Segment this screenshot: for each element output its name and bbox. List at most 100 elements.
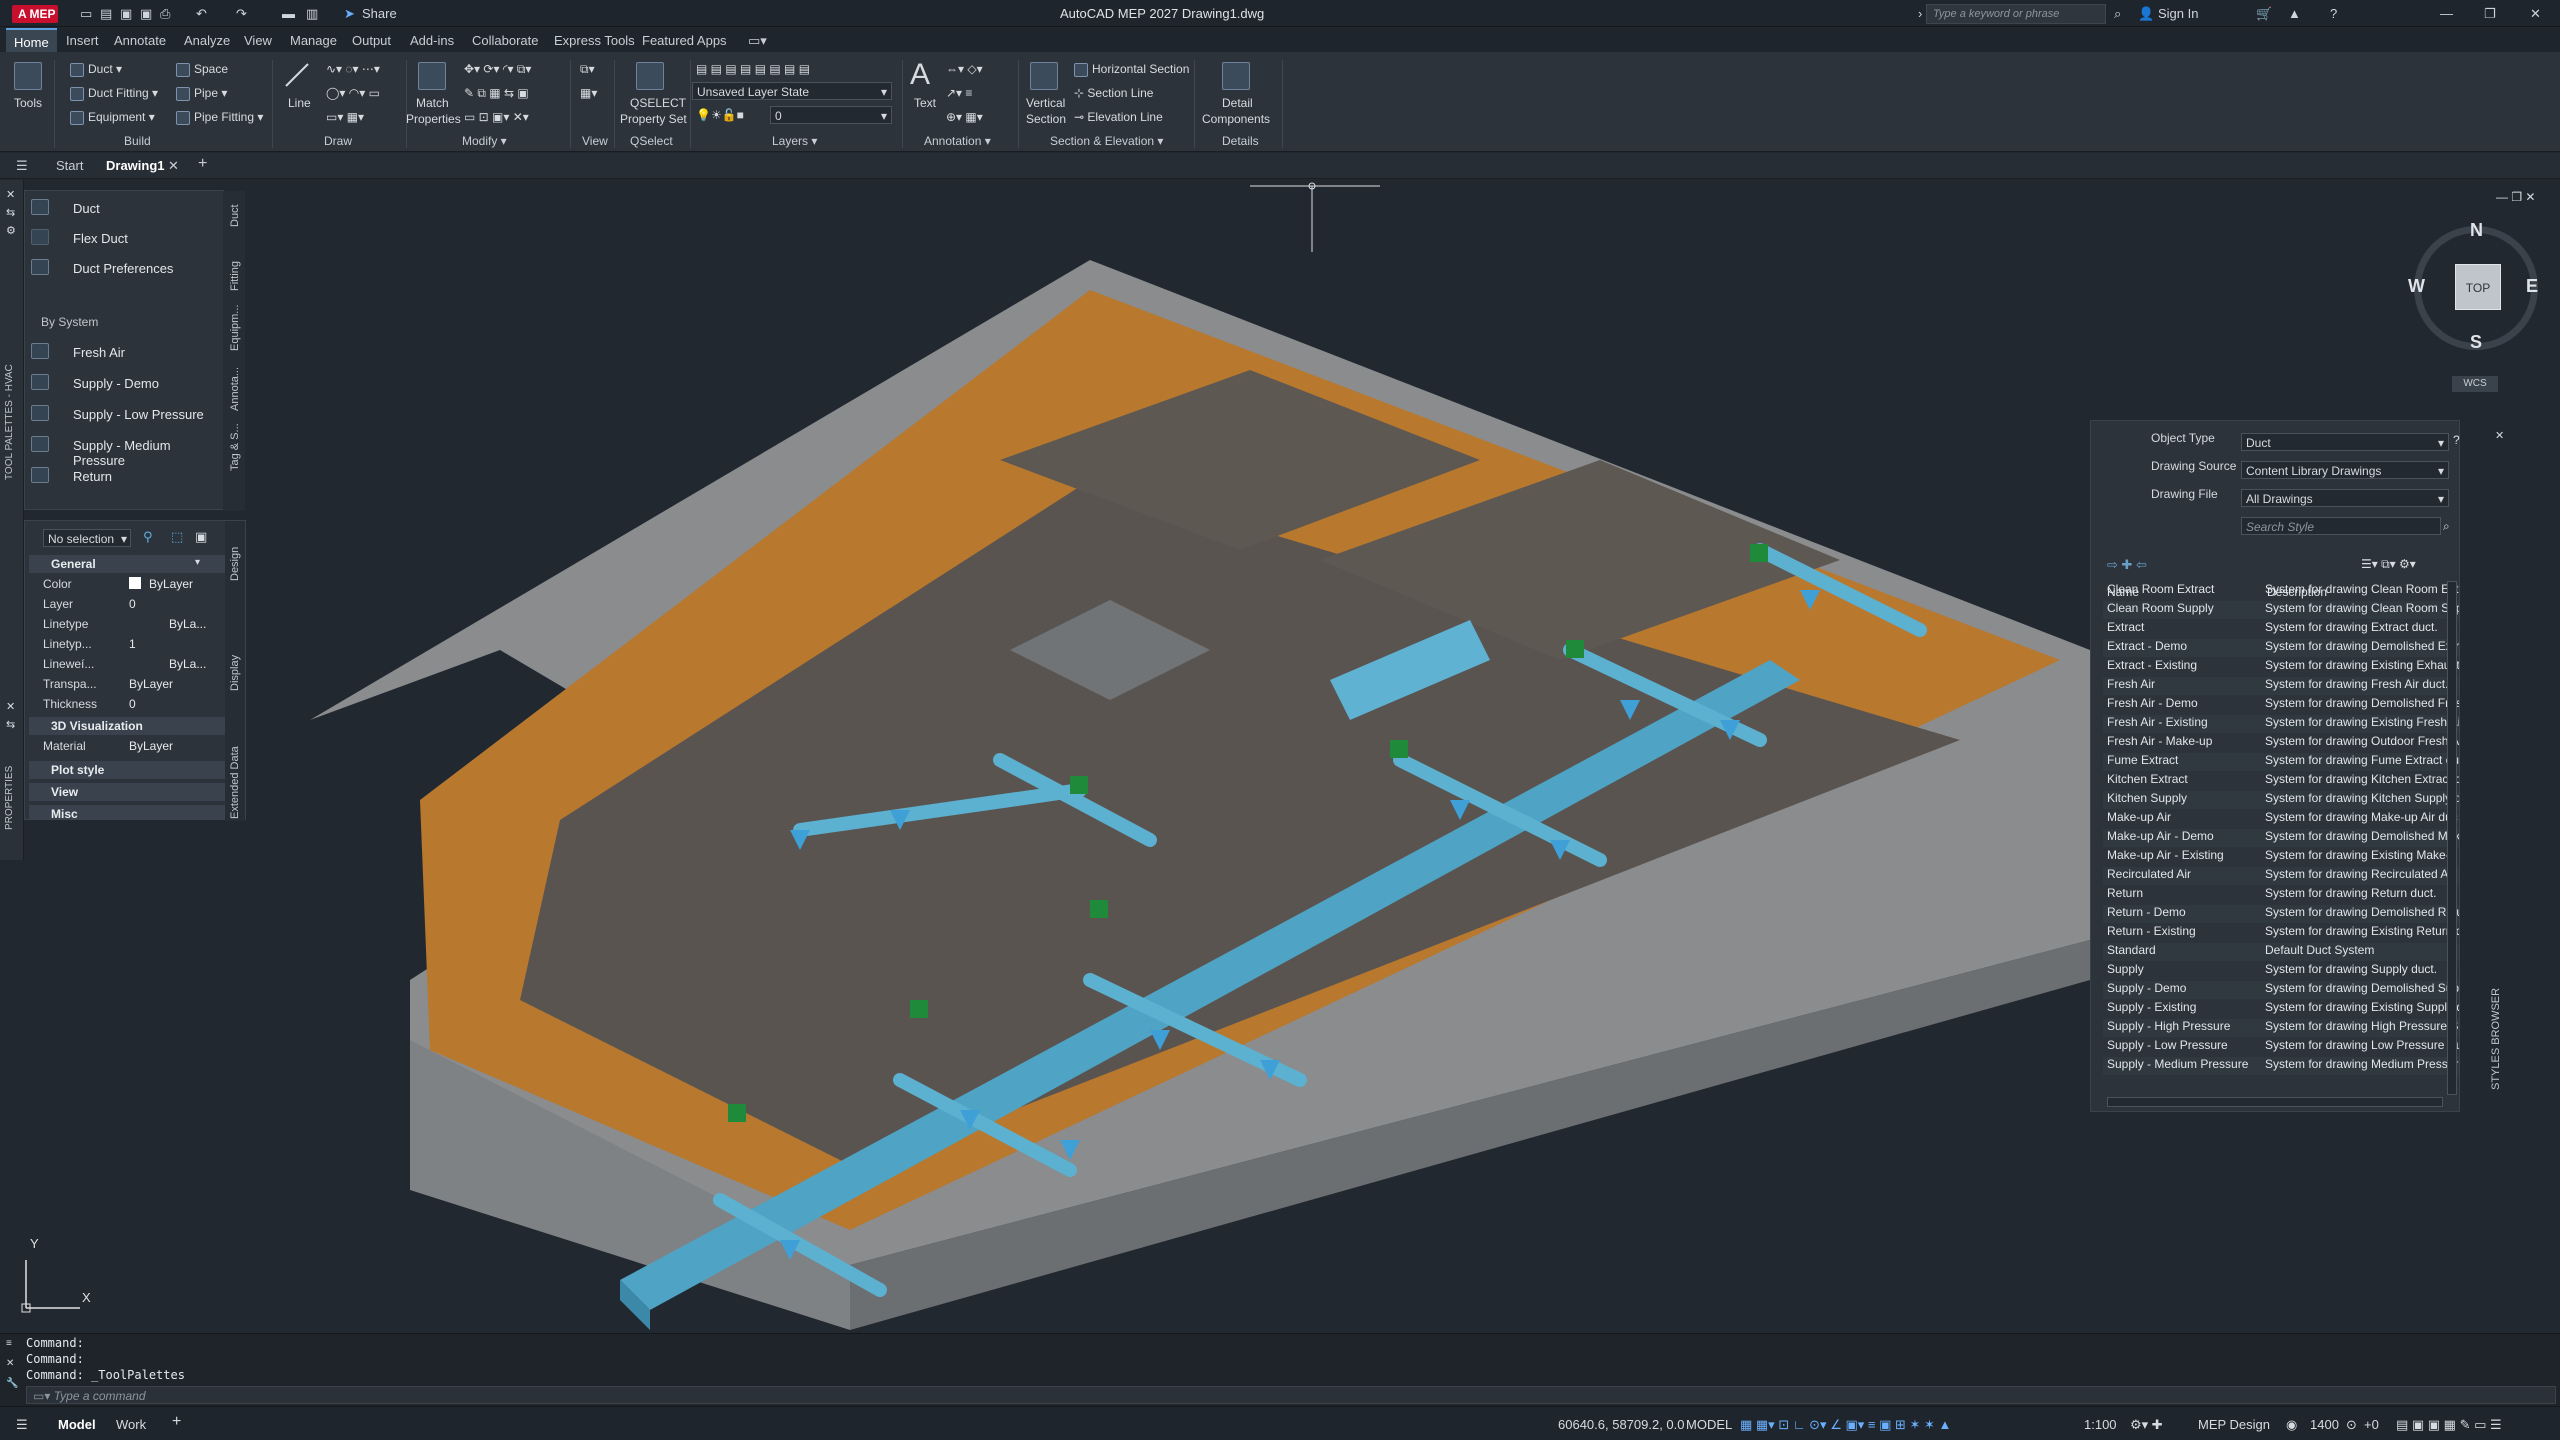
tab-output[interactable]: Output	[352, 33, 391, 48]
undo-icon[interactable]: ↶	[196, 6, 207, 22]
close-palette-icon[interactable]: ✕	[6, 188, 15, 201]
horizontal-scrollbar[interactable]	[2107, 1097, 2443, 1107]
tool-supply-demo[interactable]: Supply - Demo	[73, 376, 159, 391]
tool-supply-low-pressure[interactable]: Supply - Low Pressure	[73, 407, 204, 422]
tab-manage[interactable]: Manage	[290, 33, 337, 48]
panel-layers-label[interactable]: Layers ▾	[772, 134, 817, 148]
vertical-scrollbar[interactable]	[2447, 581, 2457, 1095]
tab-collaborate[interactable]: Collaborate	[472, 33, 539, 48]
command-input[interactable]: ▭▾ Type a command	[26, 1386, 2556, 1404]
select-objects-icon[interactable]: ⬚	[171, 529, 183, 545]
palette-tab-fitting[interactable]: Fitting	[229, 261, 241, 291]
style-row[interactable]: Fresh Air - Make-up System for drawing Ou…	[2103, 734, 2459, 752]
selection-dropdown[interactable]: No selection ▾	[43, 529, 131, 547]
pipe-button[interactable]: Pipe ▾	[176, 86, 227, 101]
style-row[interactable]: Fresh Air - Existing System for drawing E…	[2103, 715, 2459, 733]
settings-icon[interactable]: ⚙▾ ✚	[2130, 1417, 2163, 1433]
viewcube-south[interactable]: S	[2470, 332, 2482, 353]
match-properties-button[interactable]: Match	[416, 96, 449, 110]
publish-icon[interactable]: ▥	[306, 6, 318, 22]
duct-button[interactable]: Duct ▾	[70, 62, 122, 77]
style-row[interactable]: Return - Demo System for drawing Demolish…	[2103, 905, 2459, 923]
copy-icon[interactable]: ✎ ⧉ ▦ ⇆ ▣	[464, 86, 529, 101]
prop-layer-value[interactable]: 0	[129, 597, 136, 611]
section-misc[interactable]: Misc	[29, 805, 229, 821]
dimension-icon[interactable]: ⇔▾ ◇▾	[946, 62, 983, 76]
tool-duct-preferences[interactable]: Duct Preferences	[73, 261, 173, 276]
cart-icon[interactable]: 🛒	[2256, 6, 2272, 22]
detail-components-button[interactable]: Detail	[1222, 96, 1253, 110]
layer-state-dropdown[interactable]: Unsaved Layer State ▾	[692, 82, 892, 100]
line-icon[interactable]	[282, 60, 312, 90]
model-space-button[interactable]: MODEL	[1686, 1417, 1732, 1432]
detail-components-icon[interactable]	[1222, 62, 1250, 90]
vertical-section-button[interactable]: Vertical	[1026, 96, 1065, 110]
tab-addins[interactable]: Add-ins	[410, 33, 454, 48]
style-row[interactable]: Kitchen Supply System for drawing Kitchen…	[2103, 791, 2459, 809]
style-row[interactable]: Extract - Existing System for drawing Exi…	[2103, 658, 2459, 676]
space-button[interactable]: Space	[176, 62, 228, 77]
style-row[interactable]: Kitchen Extract System for drawing Kitche…	[2103, 772, 2459, 790]
close-styles-icon[interactable]: ✕	[2495, 429, 2504, 442]
close-tab-icon[interactable]: ✕	[168, 158, 179, 174]
tab-featured-apps[interactable]: Featured Apps	[642, 33, 727, 48]
style-row[interactable]: Clean Room Extract System for drawing Cle…	[2103, 582, 2459, 600]
move-icon[interactable]: ✥▾ ⟳▾ ◜▾ ⧉▾	[464, 62, 531, 77]
text-icon[interactable]: A	[910, 58, 930, 92]
prop-material-value[interactable]: ByLayer	[129, 739, 173, 753]
collapse-icon[interactable]: ▾	[195, 557, 200, 568]
style-row[interactable]: Supply - High Pressure System for drawing…	[2103, 1019, 2459, 1037]
user-icon[interactable]: 👤	[2138, 6, 2154, 22]
panel-annotation-label[interactable]: Annotation ▾	[924, 134, 991, 148]
layer-tools-icon[interactable]: ▤ ▤ ▤ ▤ ▤ ▤ ▤ ▤	[696, 62, 810, 76]
viewcube-east[interactable]: E	[2526, 276, 2538, 297]
new-icon[interactable]: ▭	[80, 6, 92, 22]
tab-drawing1[interactable]: Drawing1	[106, 158, 165, 173]
palette-tab-annotation[interactable]: Annota...	[229, 367, 241, 411]
style-row[interactable]: Make-up Air - Demo System for drawing Dem…	[2103, 829, 2459, 847]
prop-thickness-value[interactable]: 0	[129, 697, 136, 711]
section-view[interactable]: View	[29, 783, 229, 801]
viewport-minimize-icon[interactable]: — ❐ ✕	[2496, 190, 2535, 204]
tab-start[interactable]: Start	[56, 158, 83, 173]
prop-lineweight-value[interactable]: ByLa...	[169, 657, 206, 671]
tab-home[interactable]: Home	[6, 28, 57, 52]
qselect-button[interactable]: QSELECT	[630, 96, 686, 110]
workspace-switch[interactable]: MEP Design	[2198, 1417, 2270, 1432]
isolate-icon[interactable]: ⊙	[2346, 1417, 2357, 1433]
prop-linetype-value[interactable]: ByLa...	[169, 617, 206, 631]
tools-button[interactable]: Tools	[14, 96, 42, 110]
panel-section-elevation-label[interactable]: Section & Elevation ▾	[1050, 134, 1163, 148]
palette-tab-duct[interactable]: Duct	[229, 204, 241, 227]
panel-draw-label[interactable]: Draw	[324, 134, 352, 148]
search-icon[interactable]: ⌕	[2443, 519, 2450, 534]
style-row[interactable]: Fume Extract System for drawing Fume Extr…	[2103, 753, 2459, 771]
search-style-input[interactable]: Search Style	[2241, 517, 2441, 535]
leader-icon[interactable]: ↗▾ ≡	[946, 86, 972, 100]
plot-icon[interactable]: ⎙	[160, 6, 170, 22]
tool-fresh-air[interactable]: Fresh Air	[73, 345, 125, 360]
style-row[interactable]: Clean Room Supply System for drawing Clea…	[2103, 601, 2459, 619]
style-row[interactable]: Recirculated Air System for drawing Recir…	[2103, 867, 2459, 885]
properties-tab-extended-data[interactable]: Extended Data	[229, 746, 241, 819]
sign-in-button[interactable]: Sign In	[2158, 6, 2198, 22]
style-row[interactable]: Extract System for drawing Extract duct.	[2103, 620, 2459, 638]
tab-view[interactable]: View	[244, 33, 272, 48]
redo-icon[interactable]: ↷	[236, 6, 247, 22]
stretch-icon[interactable]: ▭ ⊡ ▣▾ ✕▾	[464, 110, 529, 124]
viewcube-north[interactable]: N	[2470, 220, 2483, 241]
line-button[interactable]: Line	[288, 96, 311, 110]
style-row[interactable]: Make-up Air System for drawing Make-up Ai…	[2103, 810, 2459, 828]
equipment-button[interactable]: Equipment ▾	[70, 110, 155, 125]
palette-properties-icon[interactable]: ⚙	[6, 224, 16, 237]
import-style-icon[interactable]: ⇨ ✚ ⇦	[2107, 557, 2147, 573]
panel-qselect-label[interactable]: QSelect	[630, 134, 673, 148]
properties-tab-design[interactable]: Design	[229, 547, 241, 581]
restore-icon[interactable]: ❐	[2484, 6, 2496, 22]
autohide-properties-icon[interactable]: ⇆	[6, 718, 15, 731]
tray-icons[interactable]: ▤ ▣ ▣ ▦ ✎ ▭ ☰	[2396, 1417, 2502, 1433]
drawing-source-dropdown[interactable]: Content Library Drawings ▾	[2241, 461, 2449, 479]
view-style-icon[interactable]: ▦▾	[580, 86, 597, 100]
quick-select-icon[interactable]: ⚲	[143, 529, 153, 545]
section-line-button[interactable]: ⊹ Section Line	[1074, 86, 1153, 100]
